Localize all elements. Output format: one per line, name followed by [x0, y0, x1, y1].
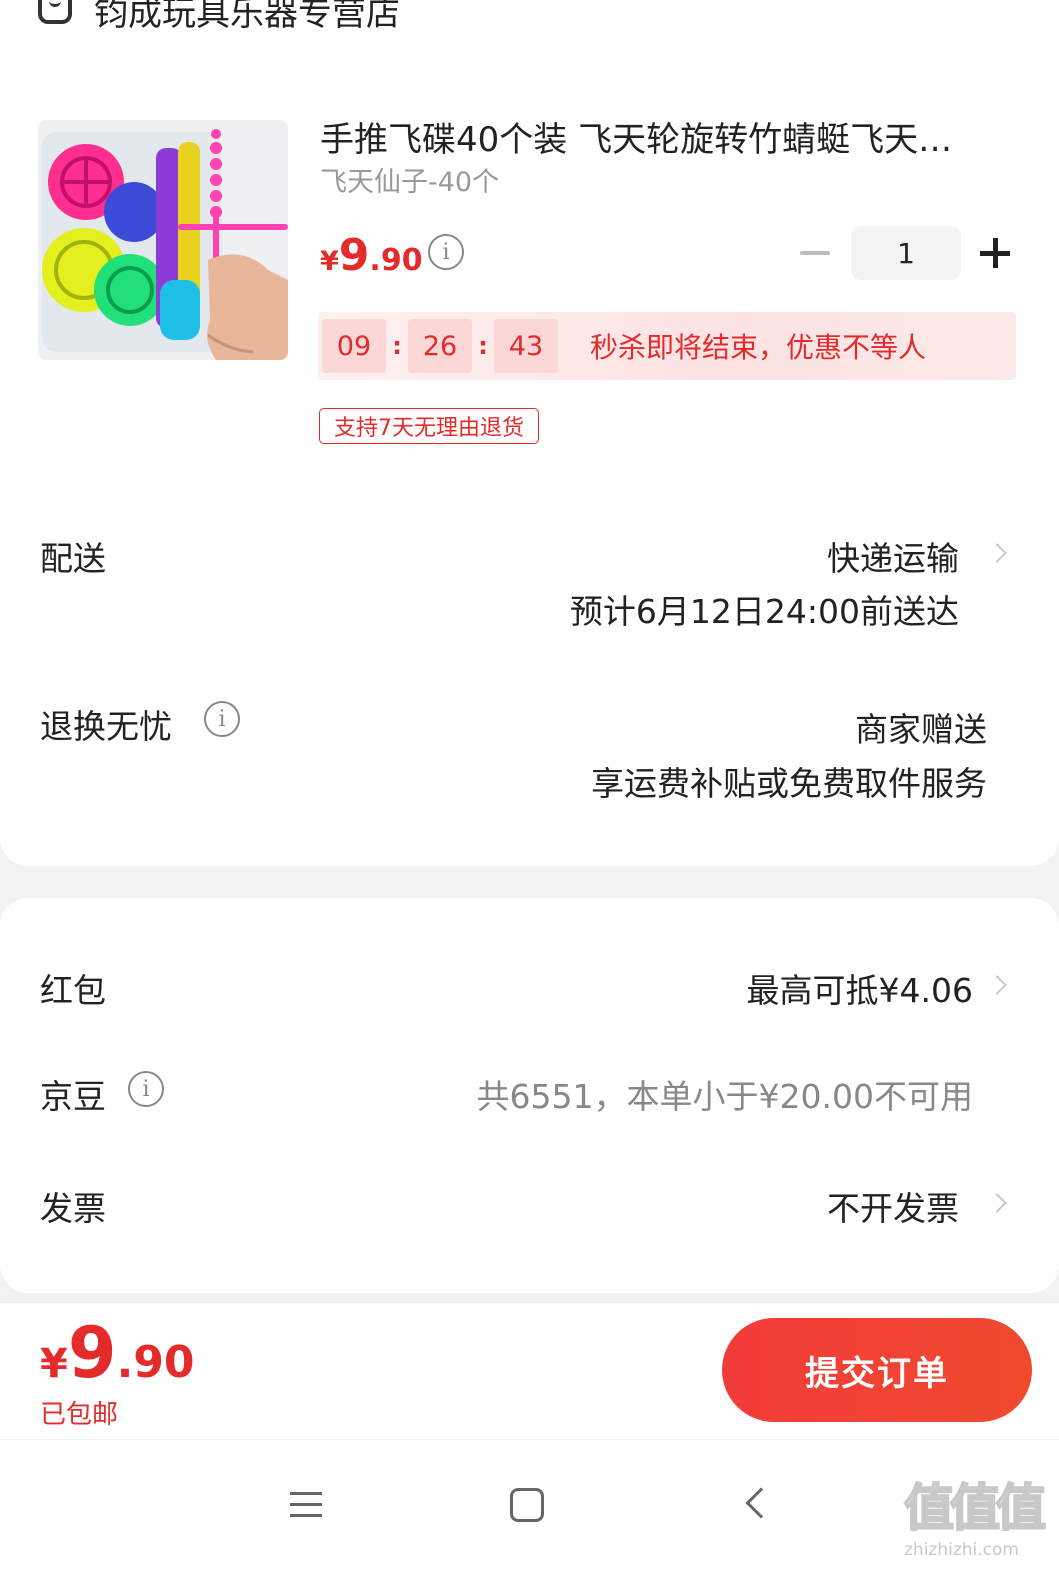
shop-header[interactable]: 钧成玩具乐器专营店: [38, 0, 400, 34]
return-service-label: 退换无忧: [40, 707, 172, 746]
total-currency: ¥: [40, 1341, 68, 1387]
flash-sale-banner: 09 : 26 : 43 秒杀即将结束，优惠不等人: [318, 312, 1016, 380]
invoice-label: 发票: [40, 1189, 106, 1228]
price-integer: 9: [338, 230, 370, 281]
delivery-label: 配送: [40, 539, 106, 578]
quantity-input[interactable]: 1: [851, 226, 961, 280]
unit-price: ¥ 9 .90: [320, 230, 423, 281]
flash-sale-text: 秒杀即将结束，优惠不等人: [590, 331, 927, 364]
countdown-minutes: 26: [408, 319, 472, 373]
price-info-icon[interactable]: i: [428, 234, 464, 270]
invoice-value[interactable]: 不开发票: [827, 1182, 959, 1230]
delivery-method[interactable]: 快递运输: [827, 532, 959, 580]
watermark-glyph: 值值值: [903, 1478, 1047, 1538]
return-service-title: 商家赠送: [855, 710, 987, 749]
discount-card: 红包 最高可抵¥4.06 京豆 i 共6551，本单小于¥20.00不可用 发票…: [0, 898, 1059, 1293]
total-decimal: .90: [116, 1337, 195, 1388]
product-thumbnail[interactable]: [38, 120, 288, 360]
price-decimal: .90: [369, 243, 423, 278]
submit-order-button[interactable]: 提交订单: [722, 1318, 1032, 1422]
jingdou-info-icon[interactable]: i: [128, 1071, 164, 1107]
product-title[interactable]: 手推飞碟40个装 飞天轮旋转竹蜻蜓飞天…: [320, 112, 990, 161]
home-icon[interactable]: [510, 1488, 544, 1522]
red-packet-label: 红包: [40, 971, 106, 1010]
total-integer: 9: [67, 1312, 117, 1394]
shop-icon: [38, 0, 72, 24]
chevron-right-icon[interactable]: [987, 975, 1007, 995]
delivery-eta: 预计6月12日24:00前送达: [569, 592, 959, 631]
return-service-desc: 享运费补贴或免费取件服务: [591, 764, 987, 803]
chevron-right-icon[interactable]: [987, 1193, 1007, 1213]
return-service-info-icon[interactable]: i: [204, 701, 240, 737]
countdown-separator: :: [478, 332, 488, 360]
return-policy-badge: 支持7天无理由退货: [319, 408, 539, 444]
chevron-right-icon[interactable]: [987, 543, 1007, 563]
order-item-card: 钧成玩具乐器专营店 手推飞碟40个装 飞天轮旋转竹蜻蜓飞天… 飞天仙子-40个 …: [0, 0, 1059, 866]
countdown-seconds: 43: [494, 319, 558, 373]
quantity-decrement-button[interactable]: [800, 238, 830, 268]
product-spec[interactable]: 飞天仙子-40个: [320, 160, 499, 199]
free-shipping-note: 已包邮: [40, 1400, 119, 1430]
quantity-increment-button[interactable]: [980, 238, 1010, 268]
price-currency: ¥: [320, 246, 339, 277]
red-packet-value[interactable]: 最高可抵¥4.06: [747, 964, 973, 1012]
countdown-separator: :: [392, 332, 402, 360]
jingdou-value: 共6551，本单小于¥20.00不可用: [476, 1077, 973, 1116]
system-nav-bar: [0, 1439, 1059, 1575]
countdown-hours: 09: [322, 319, 386, 373]
menu-icon[interactable]: [290, 1490, 322, 1520]
jingdou-label: 京豆: [40, 1077, 106, 1116]
watermark-logo: 值值值 zhizhizhi.com: [903, 1478, 1050, 1568]
total-price: ¥ 9 .90: [40, 1312, 195, 1394]
shop-name[interactable]: 钧成玩具乐器专营店: [94, 0, 400, 35]
watermark-url: zhizhizhi.com: [904, 1540, 1019, 1560]
back-icon[interactable]: [745, 1487, 777, 1519]
